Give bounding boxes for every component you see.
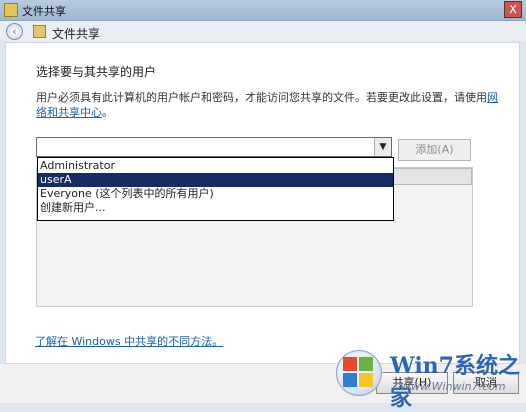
page-title: 文件共享 <box>52 27 101 41</box>
dropdown-item-usera[interactable]: userA <box>38 173 393 187</box>
permission-column-header <box>392 168 472 185</box>
button-bar: 共享(H) 取消 <box>0 364 526 403</box>
share-folder-icon <box>4 3 18 17</box>
instructions-body: 用户必须具有此计算机的用户帐户和密码，才能访问您共享的文件。若要更改此设置，请使… <box>36 91 487 104</box>
add-button[interactable]: 添加(A) <box>398 139 471 161</box>
dropdown-item-everyone[interactable]: Everyone (这个列表中的所有用户) <box>38 187 393 201</box>
instructions-text: 用户必须具有此计算机的用户帐户和密码，才能访问您共享的文件。若要更改此设置，请使… <box>36 90 506 120</box>
user-dropdown-list[interactable]: Administrator userA Everyone (这个列表中的所有用户… <box>37 157 394 221</box>
instructions-end: 。 <box>102 106 113 119</box>
dropdown-item-administrator[interactable]: Administrator <box>38 159 393 173</box>
window-title: 文件共享 <box>22 5 66 18</box>
back-button[interactable]: ‹ <box>6 23 23 40</box>
share-folder-icon <box>33 25 46 38</box>
close-button[interactable]: X <box>504 1 522 18</box>
share-button[interactable]: 共享(H) <box>376 372 448 394</box>
content-pane: 选择要与其共享的用户 用户必须具有此计算机的用户帐户和密码，才能访问您共享的文件… <box>5 42 520 364</box>
sharing-help-link[interactable]: 了解在 Windows 中共享的不同方法。 <box>35 333 223 349</box>
dropdown-arrow-icon[interactable]: ▼ <box>374 138 391 156</box>
user-select-combobox[interactable]: ▼ <box>36 137 392 157</box>
cancel-button[interactable]: 取消 <box>453 372 519 394</box>
title-bar: 文件共享 X <box>0 0 526 21</box>
dropdown-item-create-user[interactable]: 创建新用户... <box>38 201 393 215</box>
navigation-bar: ‹ 文件共享 <box>0 21 526 41</box>
section-heading: 选择要与其共享的用户 <box>36 65 157 79</box>
